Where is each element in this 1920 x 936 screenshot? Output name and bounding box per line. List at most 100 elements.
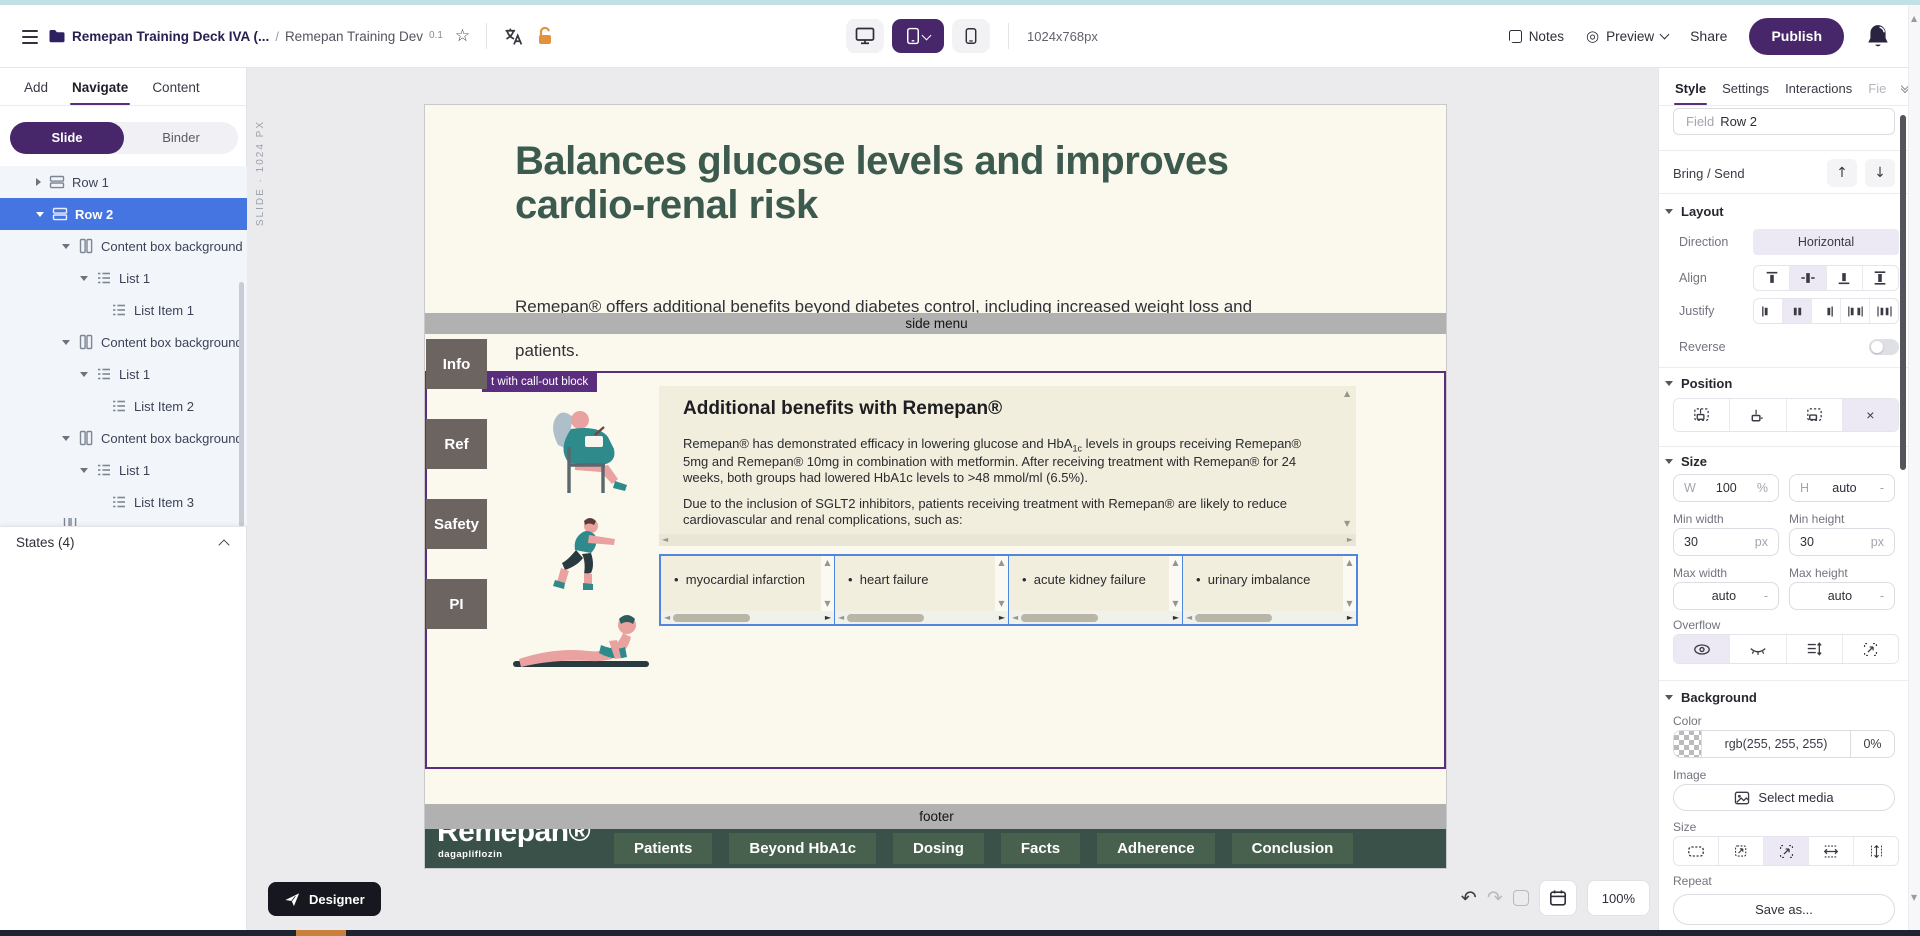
preview-button[interactable]: ◎Preview xyxy=(1586,27,1668,45)
bullet-cell[interactable]: • myocardial infarction ▲▼ ◄► xyxy=(661,556,835,624)
align-center-button-selected[interactable] xyxy=(1790,266,1826,290)
bring-forward-button[interactable]: ↑ xyxy=(1827,159,1857,187)
cell-horizontal-scrollbar[interactable]: ◄► xyxy=(835,611,1008,624)
align-top-button[interactable] xyxy=(1754,266,1790,290)
scroll-right-arrow-icon[interactable]: ► xyxy=(1347,614,1353,622)
footer-nav-patients[interactable]: Patients xyxy=(614,833,712,864)
tree-item-listitem[interactable]: List Item 3 xyxy=(0,486,247,518)
bg-color-value[interactable]: rgb(255, 255, 255) xyxy=(1702,737,1850,751)
caret-down-icon[interactable] xyxy=(36,212,44,217)
size-section-header[interactable]: Size xyxy=(1665,454,1707,469)
justify-around-button[interactable] xyxy=(1870,299,1898,323)
menu-hamburger-button[interactable] xyxy=(20,26,40,46)
publish-button[interactable]: Publish xyxy=(1749,18,1844,55)
tree-item-contentbox[interactable]: Content box background xyxy=(0,326,247,358)
select-media-button[interactable]: Select media xyxy=(1673,784,1895,811)
tree-scrollbar[interactable] xyxy=(239,282,244,526)
justify-end-button[interactable] xyxy=(1812,299,1841,323)
states-section-header[interactable]: States (4) xyxy=(0,526,246,558)
breadcrumb-current[interactable]: Remepan Training Dev xyxy=(285,29,423,44)
scroll-down-arrow-icon[interactable]: ▼ xyxy=(1344,520,1350,528)
footer-nav-adherence[interactable]: Adherence xyxy=(1097,833,1215,864)
bg-color-opacity[interactable]: 0% xyxy=(1850,731,1894,757)
bullet-cell[interactable]: • urinary imbalance ▲▼ ◄► xyxy=(1183,556,1356,624)
tree-item-list[interactable]: List 1 xyxy=(0,262,247,294)
bg-size-width-button[interactable] xyxy=(1809,837,1854,865)
tab-settings[interactable]: Settings xyxy=(1722,81,1769,96)
align-bottom-button[interactable] xyxy=(1827,266,1863,290)
min-width-input[interactable]: 30px xyxy=(1673,528,1779,556)
tree-item-listitem[interactable]: List Item 2 xyxy=(0,390,247,422)
designer-mode-button[interactable]: Designer xyxy=(268,882,381,916)
scroll-right-arrow-icon[interactable]: ► xyxy=(1347,536,1353,544)
notes-toggle[interactable]: Notes xyxy=(1509,29,1564,44)
translate-icon[interactable] xyxy=(503,26,524,47)
slide-title[interactable]: Balances glucose levels and improves car… xyxy=(515,139,1255,227)
content-box-horizontal-scrollbar[interactable]: ◄ ► xyxy=(659,534,1356,546)
transparency-swatch[interactable] xyxy=(1674,730,1702,758)
schedule-calendar-button[interactable] xyxy=(1539,880,1577,916)
undo-icon[interactable]: ↶ xyxy=(1461,887,1477,909)
reverse-toggle[interactable] xyxy=(1869,339,1899,355)
toggle-slide[interactable]: Slide xyxy=(10,122,124,154)
content-box-vertical-scrollbar[interactable]: ▲ ▼ xyxy=(1342,388,1354,530)
scroll-left-arrow-icon[interactable]: ◄ xyxy=(662,536,668,544)
side-tab-info[interactable]: Info xyxy=(426,339,487,389)
tab-style[interactable]: Style xyxy=(1675,81,1706,96)
max-width-input[interactable]: auto- xyxy=(1673,582,1779,610)
overflow-visible-button-selected[interactable] xyxy=(1674,635,1730,663)
tab-content[interactable]: Content xyxy=(152,80,199,97)
position-relative-button[interactable] xyxy=(1674,399,1730,431)
desktop-device-button[interactable] xyxy=(846,19,884,53)
scroll-right-arrow-icon[interactable]: ► xyxy=(1173,614,1179,622)
overflow-hidden-button[interactable] xyxy=(1730,635,1786,663)
cell-horizontal-scrollbar[interactable]: ◄► xyxy=(661,611,834,624)
background-section-header[interactable]: Background xyxy=(1665,690,1757,705)
tree-item-row1[interactable]: Row 1 xyxy=(0,166,247,198)
bg-color-control[interactable]: rgb(255, 255, 255) 0% xyxy=(1673,730,1895,758)
board-icon[interactable] xyxy=(1513,890,1529,906)
tab-add[interactable]: Add xyxy=(24,80,48,97)
side-tab-safety[interactable]: Safety xyxy=(426,499,487,549)
share-button[interactable]: Share xyxy=(1690,28,1727,44)
footer-nav-conclusion[interactable]: Conclusion xyxy=(1232,833,1354,864)
layout-section-header[interactable]: Layout xyxy=(1665,204,1724,219)
field-name-input[interactable]: Field Row 2 xyxy=(1673,108,1895,135)
toggle-binder[interactable]: Binder xyxy=(124,122,238,154)
overflow-auto-button[interactable] xyxy=(1843,635,1898,663)
caret-down-icon[interactable] xyxy=(62,244,70,249)
footer-nav-facts[interactable]: Facts xyxy=(1001,833,1080,864)
content-box[interactable]: Additional benefits with Remepan® Remepa… xyxy=(659,386,1356,546)
tree-item-list[interactable]: List 1 xyxy=(0,454,247,486)
position-fixed-button[interactable] xyxy=(1787,399,1843,431)
caret-down-icon[interactable] xyxy=(62,436,70,441)
footer-nav-dosing[interactable]: Dosing xyxy=(893,833,984,864)
scroll-left-arrow-icon[interactable]: ◄ xyxy=(1012,614,1018,622)
cell-horizontal-scrollbar[interactable]: ◄► xyxy=(1009,611,1182,624)
side-tab-ref[interactable]: Ref xyxy=(426,419,487,469)
scroll-left-arrow-icon[interactable]: ◄ xyxy=(1186,614,1192,622)
caret-right-icon[interactable] xyxy=(36,178,41,186)
breadcrumb-root[interactable]: Remepan Training Deck IVA (... xyxy=(72,29,269,44)
bullet-cell[interactable]: • heart failure ▲▼ ◄► xyxy=(835,556,1009,624)
scroll-right-arrow-icon[interactable]: ► xyxy=(999,614,1005,622)
scroll-up-arrow-icon[interactable]: ▲ xyxy=(1911,15,1917,23)
max-height-input[interactable]: auto- xyxy=(1789,582,1895,610)
justify-between-button[interactable] xyxy=(1841,299,1870,323)
tab-fields-truncated[interactable]: Fie xyxy=(1868,81,1886,96)
tree-item-contentbox[interactable]: Content box background xyxy=(0,422,247,454)
height-input[interactable]: Hauto- xyxy=(1789,474,1895,502)
position-none-button-selected[interactable]: × xyxy=(1843,399,1898,431)
scroll-up-arrow-icon[interactable]: ▲ xyxy=(1344,390,1350,398)
position-section-header[interactable]: Position xyxy=(1665,376,1732,391)
save-as-button[interactable]: Save as... xyxy=(1673,894,1895,925)
tree-item-row2-selected[interactable]: Row 2 xyxy=(0,198,247,230)
unlock-icon[interactable] xyxy=(536,26,554,46)
cell-vertical-scrollbar[interactable]: ▲▼ xyxy=(821,556,834,611)
scroll-down-arrow-icon[interactable]: ▼ xyxy=(1911,894,1917,902)
slide-paragraph-line3[interactable]: patients. xyxy=(515,341,1275,361)
caret-down-icon[interactable] xyxy=(80,468,88,473)
footer-nav-beyond-hba1c[interactable]: Beyond HbA1c xyxy=(729,833,876,864)
cell-vertical-scrollbar[interactable]: ▲▼ xyxy=(1169,556,1182,611)
cell-horizontal-scrollbar[interactable]: ◄► xyxy=(1183,611,1356,624)
